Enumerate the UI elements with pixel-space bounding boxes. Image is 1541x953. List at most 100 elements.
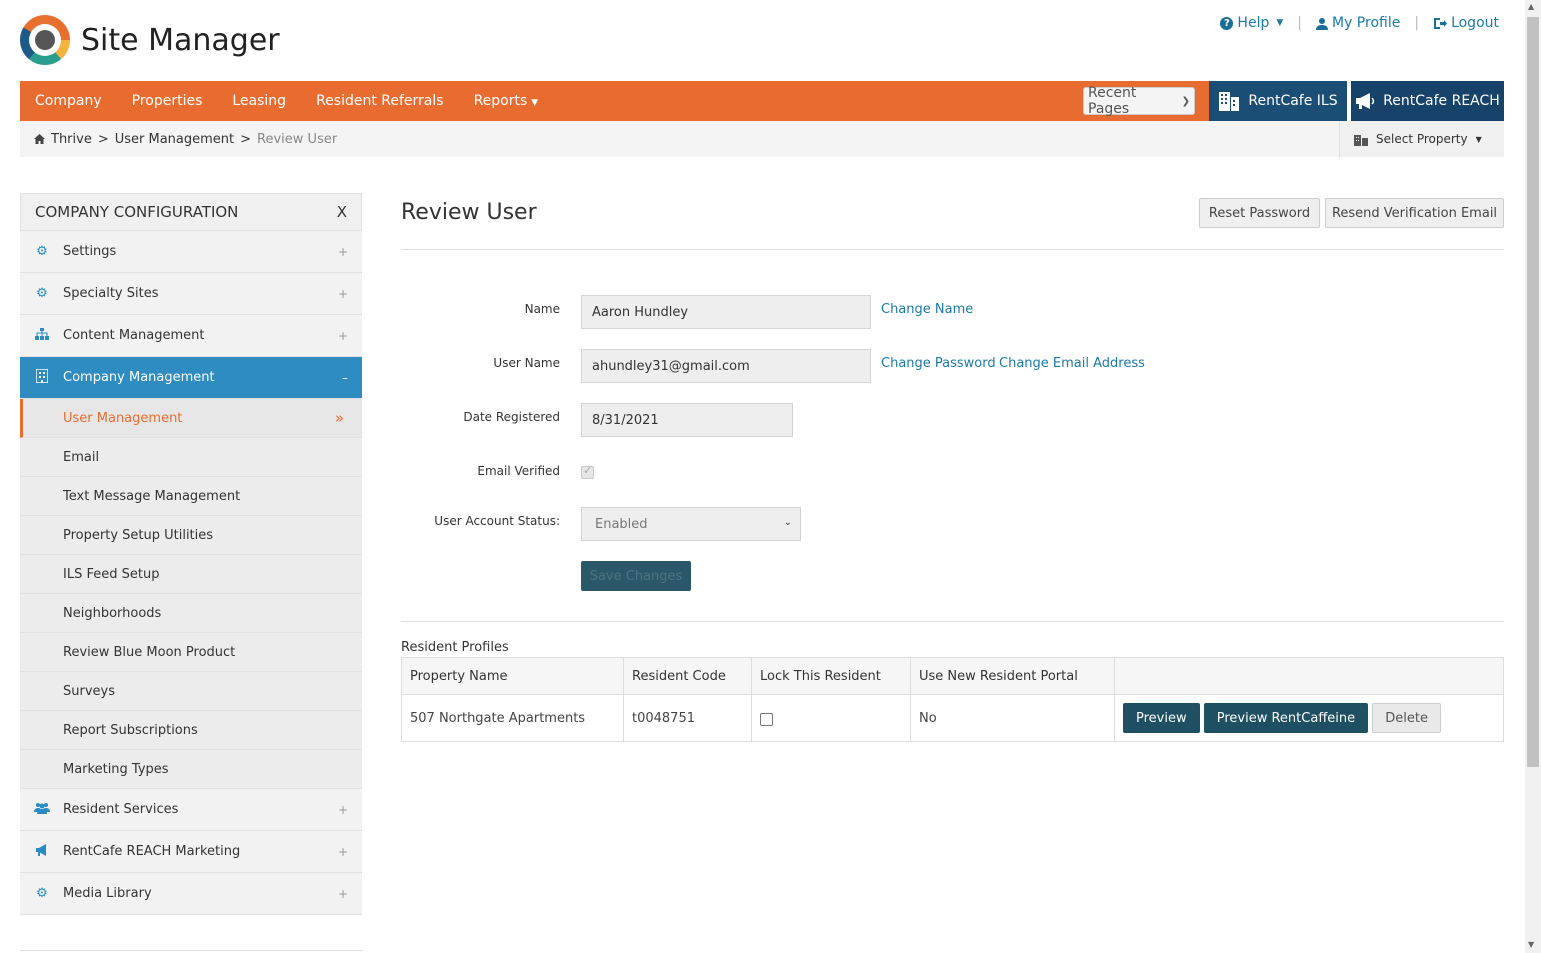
sidebar-subitem-review-blue-moon-product[interactable]: Review Blue Moon Product: [20, 633, 362, 672]
nav-properties[interactable]: Properties: [117, 93, 218, 109]
col-actions: [1114, 657, 1504, 695]
cell-new-portal: No: [910, 694, 1115, 742]
sidebar-subitem-user-management[interactable]: User Management »: [20, 399, 362, 438]
breadcrumb-current: Review User: [257, 131, 338, 147]
col-resident-code: Resident Code: [623, 657, 752, 695]
username-label: User Name: [493, 356, 560, 370]
chevron-down-icon: ▼: [1276, 18, 1284, 28]
help-label: Help: [1237, 15, 1270, 31]
logout-label: Logout: [1451, 15, 1499, 31]
megaphone-icon: [1356, 93, 1375, 109]
account-status-select[interactable]: Enabled ⌄: [581, 507, 801, 541]
select-property-label: Select Property: [1376, 132, 1468, 146]
resident-profiles-table: Property Name Resident Code Lock This Re…: [401, 657, 1504, 742]
change-name-link[interactable]: Change Name: [881, 302, 973, 317]
name-field: Aaron Hundley: [581, 295, 871, 329]
sidebar-item-label: Resident Services: [63, 802, 179, 817]
sidebar-item-label: Settings: [63, 244, 117, 259]
app-title: Site Manager: [81, 22, 280, 58]
rentcafe-ils-button[interactable]: RentCafe ILS: [1209, 81, 1347, 121]
home-icon: [34, 134, 45, 144]
page-title: Review User: [401, 200, 537, 225]
sitemap-icon: [34, 327, 50, 344]
double-chevron-right-icon: »: [334, 409, 344, 427]
sidebar-subitem-neighborhoods[interactable]: Neighborhoods: [20, 594, 362, 633]
col-lock-resident: Lock This Resident: [751, 657, 911, 695]
sidebar-subitem-text-message-management[interactable]: Text Message Management: [20, 477, 362, 516]
sidebar-item-label: Specialty Sites: [63, 286, 159, 301]
breadcrumb-bar: Thrive > User Management > Review User S…: [20, 121, 1504, 157]
sidebar-item-resident-services[interactable]: Resident Services +: [20, 789, 362, 831]
select-property-dropdown[interactable]: Select Property ▼: [1339, 121, 1504, 157]
caret-down-icon: ▼: [1475, 134, 1482, 144]
col-property-name: Property Name: [401, 657, 624, 695]
scroll-down-icon[interactable]: ▼: [1528, 940, 1534, 949]
resident-profiles-heading: Resident Profiles: [401, 640, 509, 655]
megaphone-icon: [34, 843, 50, 860]
site-manager-logo-icon: [20, 15, 70, 65]
nav-resident-referrals[interactable]: Resident Referrals: [301, 93, 459, 109]
my-profile-link[interactable]: My Profile: [1315, 15, 1401, 31]
help-link[interactable]: ? Help ▼: [1220, 15, 1283, 31]
nav-company[interactable]: Company: [20, 93, 117, 109]
site-logo[interactable]: Site Manager: [20, 15, 280, 65]
sidebar-item-content-management[interactable]: Content Management +: [20, 315, 362, 357]
sidebar-divider: [20, 950, 362, 951]
sidebar-subitem-email[interactable]: Email: [20, 438, 362, 477]
scroll-up-icon[interactable]: ▲: [1528, 2, 1534, 11]
preview-rentcaffeine-button[interactable]: Preview RentCaffeine: [1203, 703, 1369, 733]
change-password-link[interactable]: Change Password: [881, 356, 996, 371]
building-icon: [34, 367, 50, 387]
form-divider: [401, 621, 1504, 622]
nav-reports-label: Reports: [473, 93, 528, 109]
rentcafe-ils-label: RentCafe ILS: [1248, 93, 1338, 109]
user-icon: [1315, 17, 1328, 30]
users-icon: [34, 802, 50, 818]
sidebar-item-specialty-sites[interactable]: ⚙ Specialty Sites +: [20, 273, 362, 315]
delete-button[interactable]: Delete: [1372, 703, 1441, 733]
breadcrumb-separator: >: [240, 131, 252, 147]
lock-resident-checkbox[interactable]: [760, 713, 773, 726]
nav-leasing[interactable]: Leasing: [217, 93, 301, 109]
breadcrumb-user-management[interactable]: User Management: [115, 132, 234, 147]
sidebar-subitem-marketing-types[interactable]: Marketing Types: [20, 750, 362, 789]
rentcafe-reach-button[interactable]: RentCafe REACH: [1347, 81, 1504, 121]
preview-button[interactable]: Preview: [1123, 703, 1200, 733]
recent-pages-dropdown[interactable]: Recent Pages ❯: [1083, 85, 1195, 117]
separator: |: [1414, 15, 1420, 31]
property-icon: [1354, 134, 1368, 146]
scrollbar-thumb[interactable]: [1527, 17, 1539, 767]
reset-password-button[interactable]: Reset Password: [1199, 198, 1320, 228]
collapse-icon: –: [342, 370, 348, 385]
sidebar-item-media-library[interactable]: ⚙ Media Library +: [20, 873, 362, 915]
sidebar-subitem-surveys[interactable]: Surveys: [20, 672, 362, 711]
sidebar-item-label: Company Management: [63, 370, 215, 385]
logout-link[interactable]: Logout: [1433, 15, 1499, 31]
resend-verification-email-button[interactable]: Resend Verification Email: [1325, 198, 1504, 228]
sidebar-item-settings[interactable]: ⚙ Settings +: [20, 231, 362, 273]
change-email-address-link[interactable]: Change Email Address: [999, 356, 1145, 371]
main-nav: Company Properties Leasing Resident Refe…: [20, 81, 1504, 121]
sidebar-subitem-property-setup-utilities[interactable]: Property Setup Utilities: [20, 516, 362, 555]
gear-icon: ⚙: [36, 286, 48, 301]
sidebar-header: COMPANY CONFIGURATION X: [20, 193, 362, 231]
expand-icon: +: [337, 886, 348, 901]
save-changes-button[interactable]: Save Changes: [581, 561, 691, 591]
my-profile-label: My Profile: [1331, 15, 1401, 31]
nav-reports[interactable]: Reports ▼: [459, 93, 554, 109]
recent-pages-label: Recent Pages: [1088, 85, 1137, 117]
sidebar-close-button[interactable]: X: [337, 203, 347, 221]
sidebar-subitem-report-subscriptions[interactable]: Report Subscriptions: [20, 711, 362, 750]
page-scrollbar[interactable]: ▲ ▼: [1525, 0, 1541, 953]
sidebar-subitem-ils-feed-setup[interactable]: ILS Feed Setup: [20, 555, 362, 594]
cell-lock-resident: [751, 694, 911, 742]
breadcrumb-thrive[interactable]: Thrive: [51, 132, 92, 147]
sidebar-item-company-management[interactable]: Company Management –: [20, 357, 362, 399]
sidebar-item-rentcafe-reach-marketing[interactable]: RentCafe REACH Marketing +: [20, 831, 362, 873]
help-icon: ?: [1220, 16, 1234, 30]
cell-property-name: 507 Northgate Apartments: [401, 694, 624, 742]
sidebar: COMPANY CONFIGURATION X ⚙ Settings + ⚙ S…: [20, 193, 362, 915]
email-verified-label: Email Verified: [477, 464, 560, 478]
expand-icon: +: [337, 328, 348, 343]
gear-icon: ⚙: [36, 244, 48, 259]
